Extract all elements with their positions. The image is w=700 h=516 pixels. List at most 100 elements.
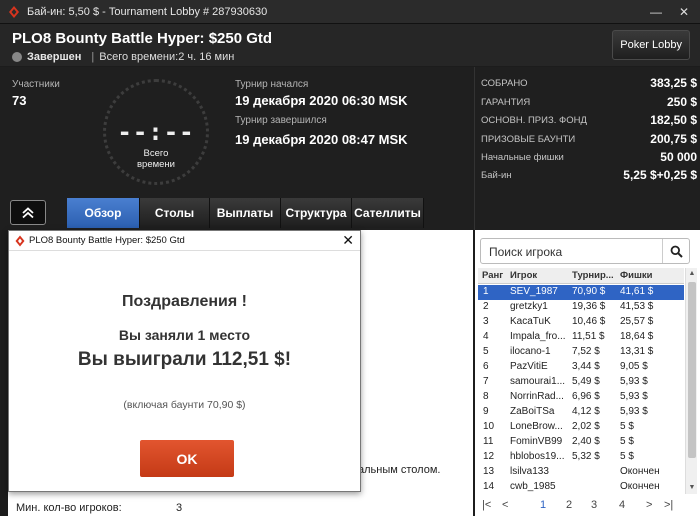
minimize-button[interactable]: —	[642, 0, 670, 24]
window-title: Бай-ин: 5,50 $ - Tournament Lobby # 2879…	[27, 5, 268, 18]
players-table-header: Ранг Игрок Турнир... Фишки	[478, 268, 684, 284]
tab-satellites[interactable]: Сателлиты	[352, 198, 424, 228]
clock-digits: --:--	[117, 118, 195, 146]
scroll-down-icon[interactable]: ▼	[686, 482, 698, 494]
chips-cell: 41,61 $	[620, 286, 654, 297]
table-row[interactable]: 4 Impala_fro... 11,51 $ 18,64 $	[478, 330, 684, 345]
col-rank[interactable]: Ранг	[482, 270, 503, 281]
tab-bar: Обзор Столы Выплаты Структура Сателлиты	[67, 198, 424, 228]
table-row[interactable]: 9 ZaBoiTSa 4,12 $ 5,93 $	[478, 405, 684, 420]
dialog-header: PLO8 Bounty Battle Hyper: $250 Gtd ✕	[9, 231, 360, 251]
stat-value: 5,25 $+0,25 $	[623, 168, 697, 182]
chips-cell: 5,93 $	[620, 406, 648, 417]
table-row[interactable]: 13 lsilva133 Окончен	[478, 465, 684, 480]
tournament-name: PLO8 Bounty Battle Hyper: $250 Gtd	[12, 30, 273, 47]
player-cell: hblobos19...	[510, 451, 565, 462]
col-chips[interactable]: Фишки	[620, 270, 652, 281]
stat-label: СОБРАНО	[481, 78, 528, 89]
stat-label: ПРИЗОВЫЕ БАУНТИ	[481, 134, 576, 145]
search-button[interactable]	[662, 239, 689, 263]
stat-collected: СОБРАНО 383,25 $	[481, 75, 697, 93]
rank-cell: 1	[483, 286, 489, 297]
chips-cell: 5,93 $	[620, 391, 648, 402]
rank-cell: 13	[483, 466, 495, 477]
first-page-button[interactable]: |<	[482, 499, 491, 511]
stat-label: Начальные фишки	[481, 152, 564, 163]
tab-tables[interactable]: Столы	[140, 198, 210, 228]
table-row[interactable]: 8 NorrinRad... 6,96 $ 5,93 $	[478, 390, 684, 405]
rank-cell: 9	[483, 406, 489, 417]
dialog-close-button[interactable]: ✕	[342, 232, 354, 249]
player-cell: samourai1...	[510, 376, 566, 387]
col-tournament-bounty[interactable]: Турнир...	[572, 270, 614, 281]
participants-value: 73	[12, 93, 27, 108]
player-cell: NorrinRad...	[510, 391, 564, 402]
status-text: Завершен	[27, 51, 82, 63]
app-logo-icon	[15, 235, 25, 247]
bounty-cell: 4,12 $	[572, 406, 600, 417]
bounty-cell: 6,96 $	[572, 391, 600, 402]
rank-cell: 7	[483, 376, 489, 387]
bounty-cell: 70,90 $	[572, 286, 606, 297]
min-players-label: Мин. кол-во игроков:	[16, 502, 122, 514]
ended-label: Турнир завершился	[235, 115, 327, 126]
prev-page-button[interactable]: <	[502, 499, 508, 511]
stat-value: 200,75 $	[650, 132, 697, 146]
players-scrollbar[interactable]: ▲ ▼	[685, 268, 697, 494]
tab-payouts[interactable]: Выплаты	[210, 198, 281, 228]
col-player[interactable]: Игрок	[510, 270, 537, 281]
page-1[interactable]: 1	[540, 499, 546, 511]
table-row[interactable]: 1 SEV_1987 70,90 $ 41,61 $	[478, 285, 684, 300]
started-label: Турнир начался	[235, 79, 309, 90]
rank-cell: 11	[483, 436, 494, 447]
player-cell: SEV_1987	[510, 286, 558, 297]
search-input[interactable]: Поиск игрока	[489, 245, 562, 259]
ok-button[interactable]: OK	[140, 440, 234, 477]
scroll-thumb[interactable]	[688, 282, 696, 458]
player-search[interactable]: Поиск игрока	[480, 238, 690, 264]
chips-cell: 5 $	[620, 421, 634, 432]
bounty-cell: 3,44 $	[572, 361, 600, 372]
page-4[interactable]: 4	[619, 499, 625, 511]
rank-cell: 8	[483, 391, 489, 402]
table-row[interactable]: 7 samourai1... 5,49 $ 5,93 $	[478, 375, 684, 390]
table-row[interactable]: 2 gretzky1 19,36 $ 41,53 $	[478, 300, 684, 315]
stat-label: Бай-ин	[481, 170, 512, 181]
table-row[interactable]: 11 FominVB99 2,40 $ 5 $	[478, 435, 684, 450]
table-row[interactable]: 3 KacaTuK 10,46 $ 25,57 $	[478, 315, 684, 330]
collapse-button[interactable]	[10, 200, 46, 225]
table-row[interactable]: 6 PazVitiE 3,44 $ 9,05 $	[478, 360, 684, 375]
table-row[interactable]: 10 LoneBrow... 2,02 $ 5 $	[478, 420, 684, 435]
last-page-button[interactable]: >|	[664, 499, 673, 511]
page-3[interactable]: 3	[591, 499, 597, 511]
bounty-cell: 19,36 $	[572, 301, 606, 312]
chips-cell: 18,64 $	[620, 331, 654, 342]
rank-cell: 2	[483, 301, 489, 312]
stat-main-prize-pool: ОСНОВН. ПРИЗ. ФОНД 182,50 $	[481, 112, 697, 130]
rank-cell: 14	[483, 481, 495, 492]
stat-value: 250 $	[666, 95, 697, 109]
stat-guarantee: ГАРАНТИЯ 250 $	[481, 94, 697, 112]
table-row[interactable]: 5 ilocano-1 7,52 $ 13,31 $	[478, 345, 684, 360]
congratulations-dialog: PLO8 Bounty Battle Hyper: $250 Gtd ✕ Поз…	[8, 230, 361, 492]
overview-text-fragment: альным столом.	[358, 464, 441, 476]
clock-dial: --:-- Всего времени	[103, 79, 209, 185]
status-row: Завершен | Всего времени:2 ч. 16 мин	[12, 51, 234, 63]
started-value: 19 декабря 2020 06:30 MSK	[235, 93, 408, 108]
rank-cell: 6	[483, 361, 489, 372]
status-separator: |	[91, 51, 95, 63]
clock-caption: Всего времени	[106, 148, 206, 170]
rank-cell: 10	[483, 421, 495, 432]
place-text: Вы заняли 1 место	[118, 327, 251, 343]
scroll-up-icon[interactable]: ▲	[686, 268, 698, 280]
page-2[interactable]: 2	[566, 499, 572, 511]
table-row[interactable]: 14 cwb_1985 Окончен	[478, 480, 684, 495]
poker-lobby-button[interactable]: Poker Lobby	[612, 30, 690, 60]
next-page-button[interactable]: >	[646, 499, 652, 511]
close-window-button[interactable]: ✕	[670, 0, 698, 24]
table-row[interactable]: 12 hblobos19... 5,32 $ 5 $	[478, 450, 684, 465]
stat-label: ГАРАНТИЯ	[481, 97, 531, 108]
participants-label: Участники	[12, 79, 60, 90]
tab-structure[interactable]: Структура	[281, 198, 352, 228]
tab-overview[interactable]: Обзор	[67, 198, 140, 228]
